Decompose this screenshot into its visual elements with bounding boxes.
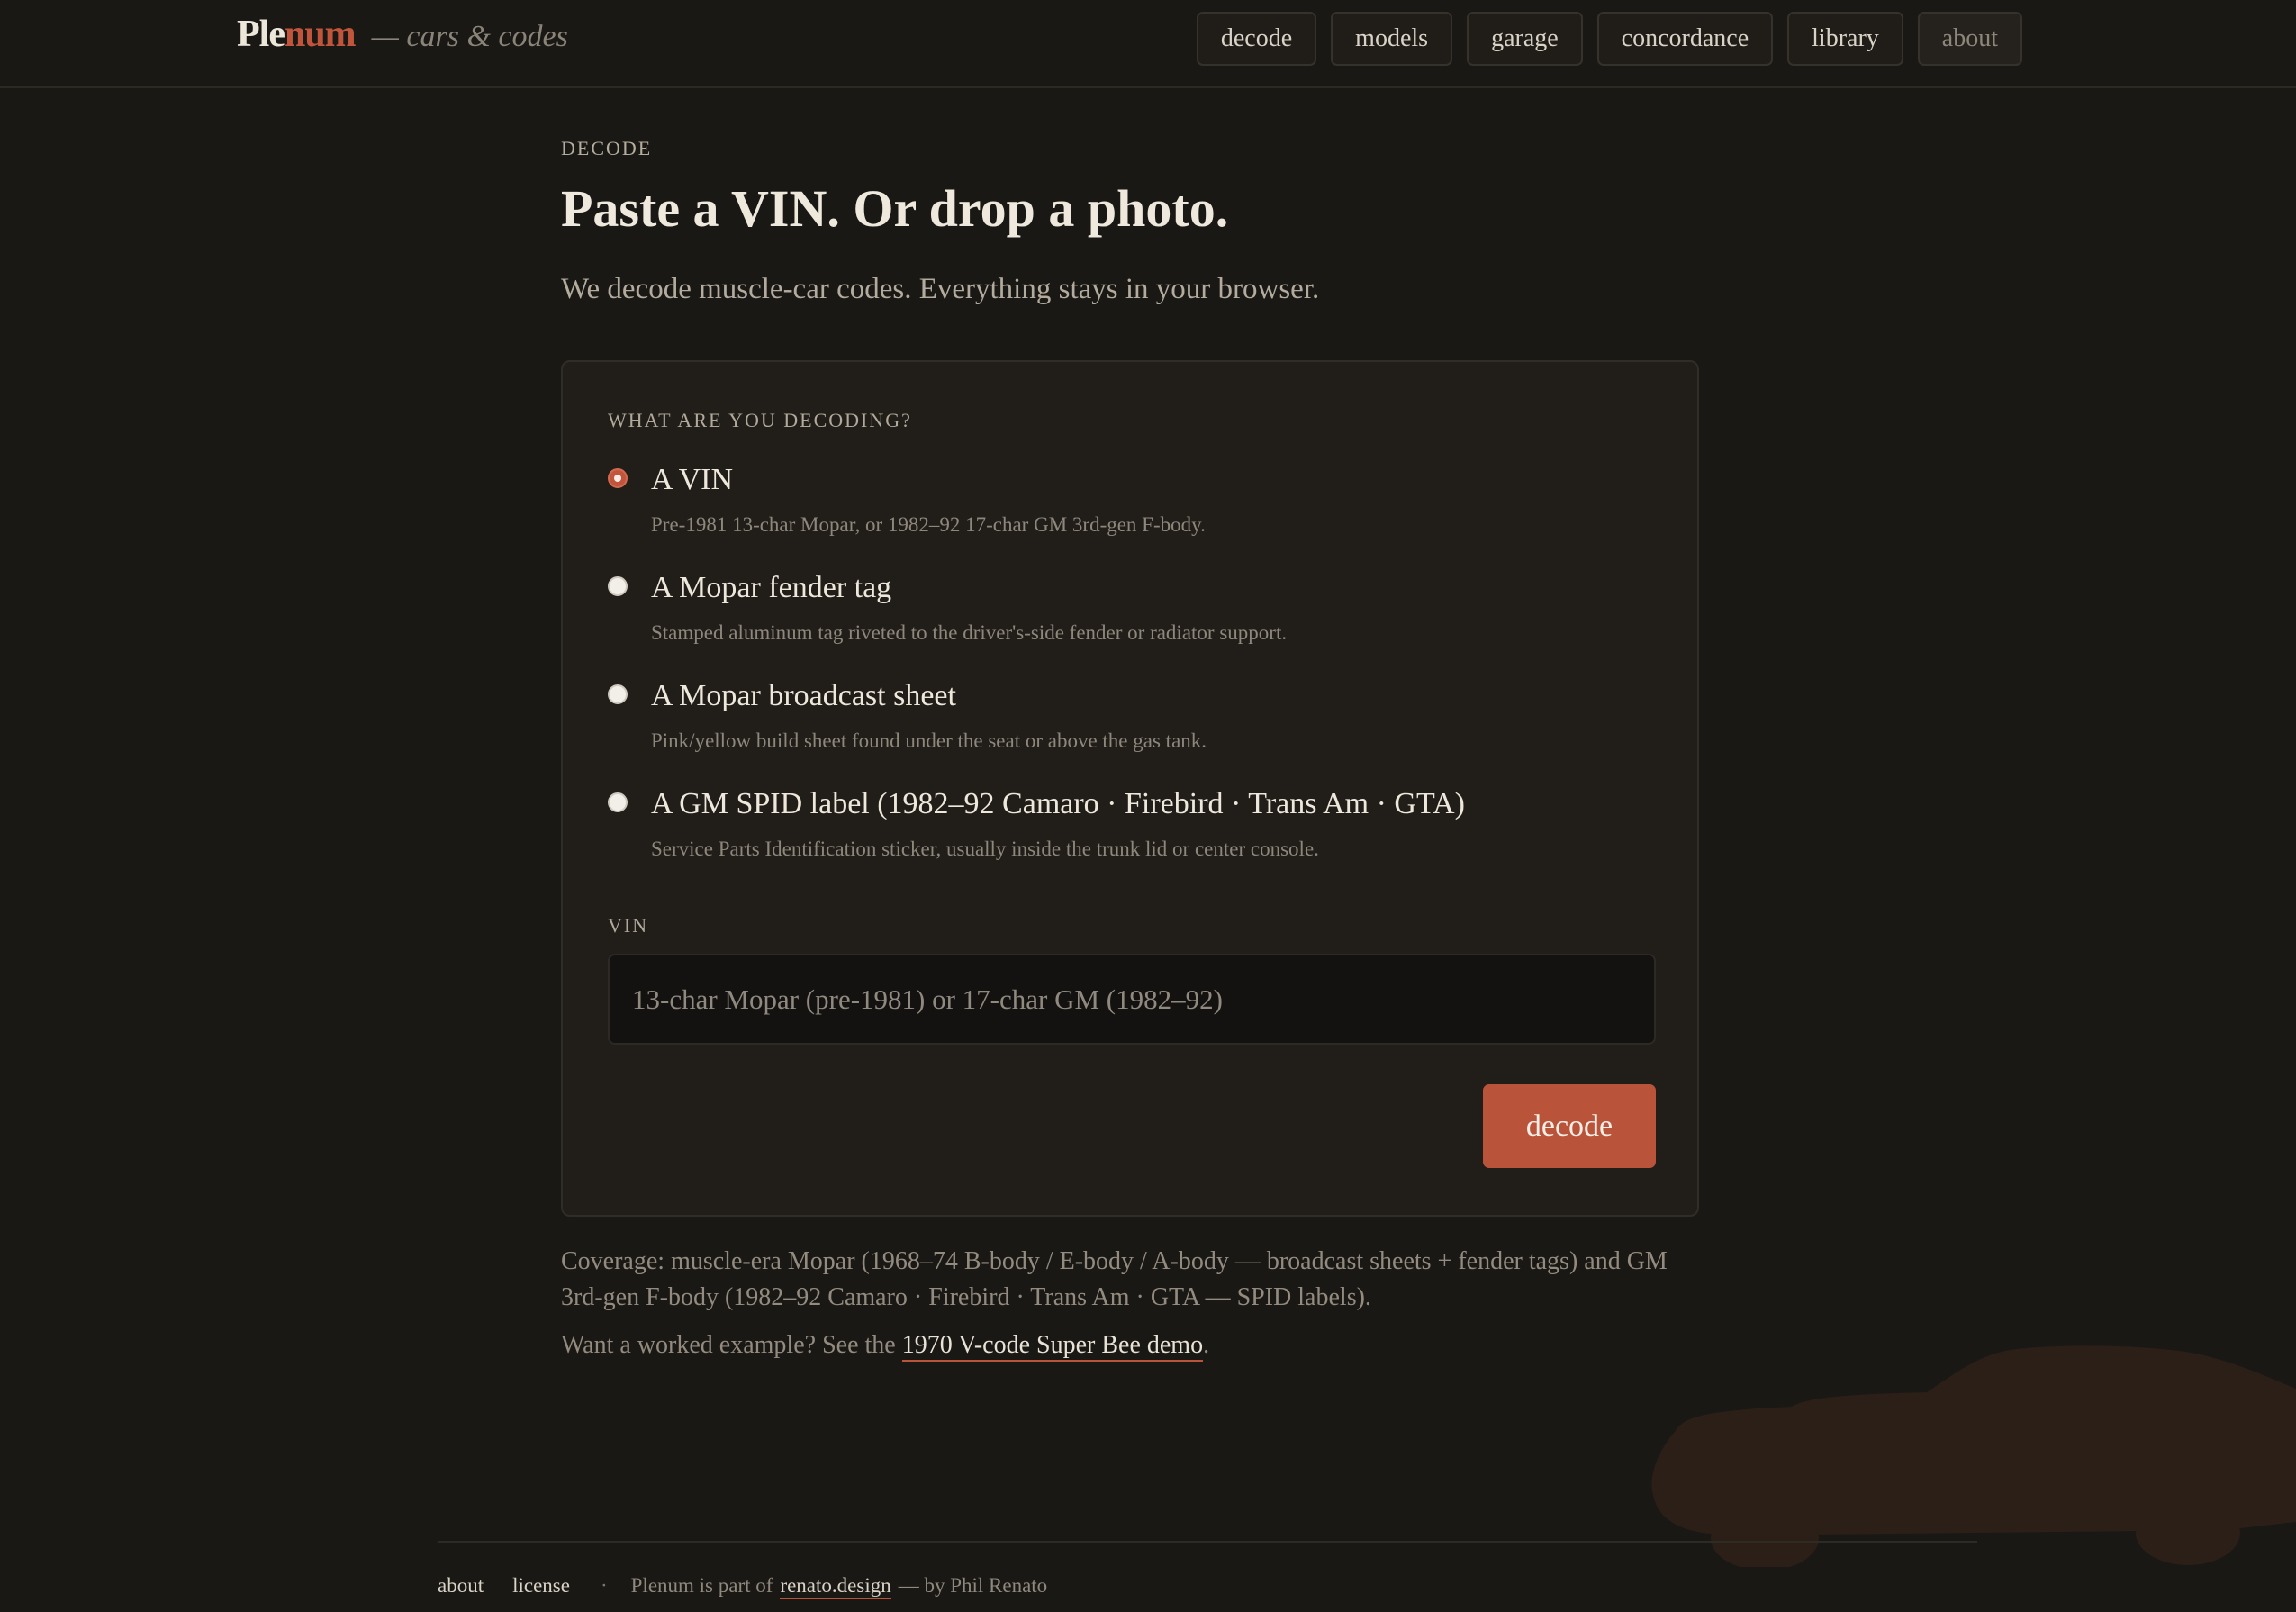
radio-vin[interactable] bbox=[608, 468, 628, 488]
brand-name-part-2: num bbox=[284, 14, 357, 55]
footer-about-link[interactable]: about bbox=[438, 1574, 484, 1598]
brand-tagline: — cars & codes bbox=[371, 20, 568, 53]
page-title: Paste a VIN. Or drop a photo. bbox=[561, 179, 1229, 238]
footer-license-link[interactable]: license bbox=[512, 1574, 570, 1598]
option-spid-label-title: A GM SPID label (1982–92 Camaro · Firebi… bbox=[651, 787, 1465, 820]
brand-logo[interactable]: Ple num — cars & codes bbox=[237, 13, 568, 67]
nav-garage[interactable]: garage bbox=[1467, 12, 1583, 66]
decode-form-card: WHAT ARE YOU DECODING? A VIN Pre-1981 13… bbox=[561, 360, 1699, 1217]
vin-field-label: VIN bbox=[608, 914, 649, 937]
radio-spid-label[interactable] bbox=[608, 792, 628, 812]
option-vin-title: A VIN bbox=[651, 463, 733, 496]
nav-library[interactable]: library bbox=[1787, 12, 1903, 66]
brand-name-part-1: Ple bbox=[237, 14, 285, 55]
option-vin-desc: Pre-1981 13-char Mopar, or 1982–92 17-ch… bbox=[651, 513, 1206, 536]
nav-decode[interactable]: decode bbox=[1196, 12, 1317, 66]
example-demo-link[interactable]: 1970 V-code Super Bee demo bbox=[901, 1331, 1204, 1362]
top-bar: Ple num — cars & codes decode models gara… bbox=[0, 0, 2296, 88]
footer-renato-link[interactable]: renato.design bbox=[780, 1574, 891, 1599]
footer-credit-suffix: — by Phil Renato bbox=[898, 1574, 1048, 1597]
option-broadcast-sheet-title: A Mopar broadcast sheet bbox=[651, 679, 956, 712]
car-silhouette-illustration bbox=[1651, 1345, 2296, 1567]
radio-broadcast-sheet[interactable] bbox=[608, 684, 628, 704]
radio-fender-tag[interactable] bbox=[608, 576, 628, 596]
footer-separator: · bbox=[600, 1574, 608, 1597]
page-lede: We decode muscle-car codes. Everything s… bbox=[561, 273, 1320, 305]
option-broadcast-sheet-desc: Pink/yellow build sheet found under the … bbox=[651, 729, 1207, 752]
decode-type-question: WHAT ARE YOU DECODING? bbox=[608, 409, 912, 431]
page: Ple num — cars & codes decode models gara… bbox=[0, 0, 2296, 1612]
decode-button[interactable]: decode bbox=[1483, 1084, 1656, 1168]
section-eyebrow: DECODE bbox=[561, 137, 653, 159]
coverage-note: Coverage: muscle-era Mopar (1968–74 B-bo… bbox=[561, 1247, 1668, 1311]
example-note: Want a worked example? See the 1970 V-co… bbox=[561, 1331, 1210, 1362]
example-suffix: . bbox=[1203, 1331, 1210, 1359]
vin-input[interactable] bbox=[608, 954, 1656, 1045]
nav-models[interactable]: models bbox=[1331, 12, 1453, 66]
nav-concordance[interactable]: concordance bbox=[1596, 12, 1774, 66]
footer-credit-prefix: Plenum is part of bbox=[630, 1574, 773, 1597]
option-spid-label-desc: Service Parts Identification sticker, us… bbox=[651, 838, 1319, 860]
option-fender-tag-desc: Stamped aluminum tag riveted to the driv… bbox=[651, 621, 1288, 644]
footer: about license · Plenum is part of renato… bbox=[438, 1574, 1047, 1599]
nav-about[interactable]: about bbox=[1917, 12, 2022, 66]
footer-divider bbox=[438, 1541, 1977, 1543]
main-nav: decode models garage concordance library… bbox=[1196, 12, 2022, 66]
example-prefix: Want a worked example? See the bbox=[561, 1331, 902, 1359]
option-fender-tag-title: A Mopar fender tag bbox=[651, 571, 892, 604]
